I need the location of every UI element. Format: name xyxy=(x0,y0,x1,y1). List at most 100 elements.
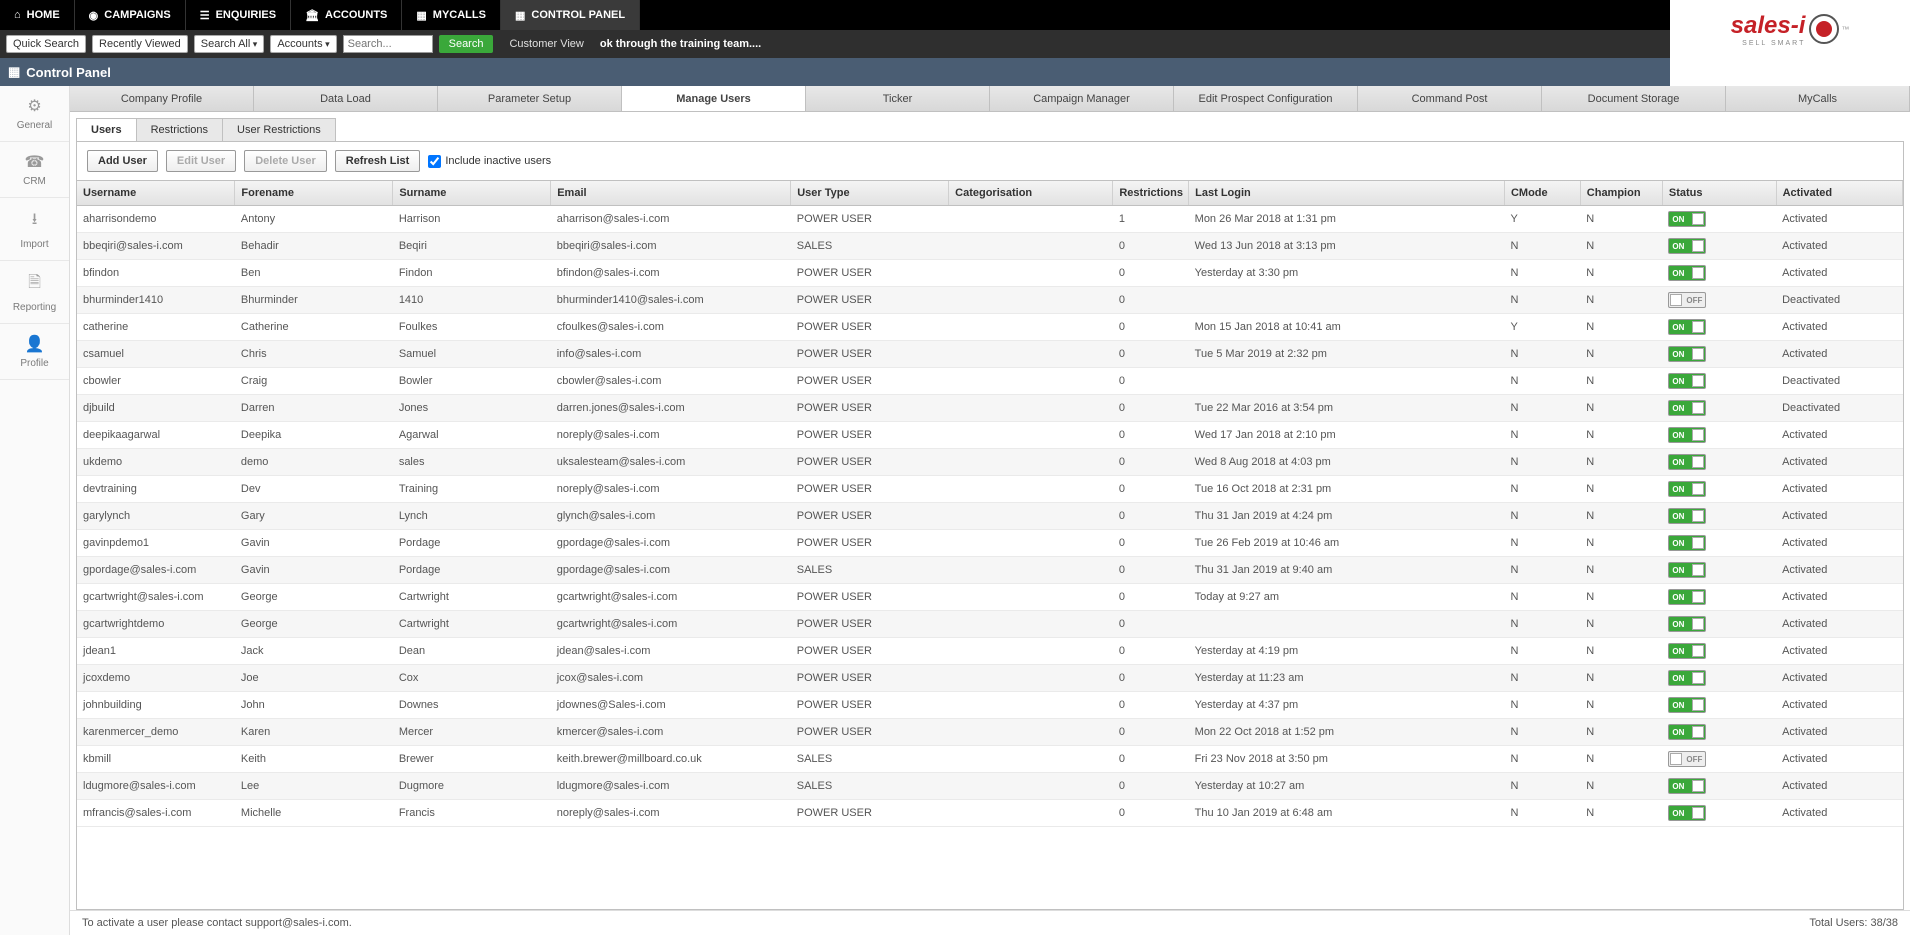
col-last-login[interactable]: Last Login xyxy=(1189,181,1505,206)
include-inactive-checkbox[interactable]: Include inactive users xyxy=(428,155,551,168)
col-cmode[interactable]: CMode xyxy=(1504,181,1580,206)
tab-parameter-setup[interactable]: Parameter Setup xyxy=(438,86,622,111)
nav-mycalls[interactable]: ▦MYCALLS xyxy=(402,0,501,30)
search-scope-dropdown[interactable]: Search All xyxy=(194,35,265,53)
status-toggle[interactable]: ON xyxy=(1668,400,1706,416)
users-table-container[interactable]: UsernameForenameSurnameEmailUser TypeCat… xyxy=(76,181,1904,910)
tab-company-profile[interactable]: Company Profile xyxy=(70,86,254,111)
sidenav-general[interactable]: ⚙General xyxy=(0,86,69,142)
table-row[interactable]: gavinpdemo1GavinPordagegpordage@sales-i.… xyxy=(77,530,1903,557)
nav-accounts[interactable]: 🏛ACCOUNTS xyxy=(291,0,402,30)
col-forename[interactable]: Forename xyxy=(235,181,393,206)
col-surname[interactable]: Surname xyxy=(393,181,551,206)
tab-ticker[interactable]: Ticker xyxy=(806,86,990,111)
ticker-text: ok through the training team.... xyxy=(600,38,761,50)
table-row[interactable]: kbmillKeithBrewerkeith.brewer@millboard.… xyxy=(77,746,1903,773)
status-toggle[interactable]: ON xyxy=(1668,724,1706,740)
nav-label: CAMPAIGNS xyxy=(104,9,170,21)
tab-document-storage[interactable]: Document Storage xyxy=(1542,86,1726,111)
nav-home[interactable]: ⌂HOME xyxy=(0,0,75,30)
sidenav-crm[interactable]: ☎CRM xyxy=(0,142,69,198)
table-row[interactable]: jcoxdemoJoeCoxjcox@sales-i.comPOWER USER… xyxy=(77,665,1903,692)
table-row[interactable]: catherineCatherineFoulkescfoulkes@sales-… xyxy=(77,314,1903,341)
col-username[interactable]: Username xyxy=(77,181,235,206)
status-toggle[interactable]: ON xyxy=(1668,670,1706,686)
table-row[interactable]: gcartwright@sales-i.comGeorgeCartwrightg… xyxy=(77,584,1903,611)
table-row[interactable]: devtrainingDevTrainingnoreply@sales-i.co… xyxy=(77,476,1903,503)
table-row[interactable]: jdean1JackDeanjdean@sales-i.comPOWER USE… xyxy=(77,638,1903,665)
status-toggle[interactable]: ON xyxy=(1668,373,1706,389)
table-row[interactable]: ldugmore@sales-i.comLeeDugmoreldugmore@s… xyxy=(77,773,1903,800)
quick-search-button[interactable]: Quick Search xyxy=(6,35,86,53)
status-toggle[interactable]: ON xyxy=(1668,589,1706,605)
add-user-button[interactable]: Add User xyxy=(87,150,158,172)
table-row[interactable]: ukdemodemosalesuksalesteam@sales-i.comPO… xyxy=(77,449,1903,476)
status-toggle[interactable]: ON xyxy=(1668,454,1706,470)
nav-campaigns[interactable]: ◉CAMPAIGNS xyxy=(75,0,186,30)
status-toggle[interactable]: ON xyxy=(1668,697,1706,713)
sidenav-import[interactable]: ⭳Import xyxy=(0,198,69,261)
nav-label: ACCOUNTS xyxy=(325,9,387,21)
tab-mycalls[interactable]: MyCalls xyxy=(1726,86,1910,111)
table-row[interactable]: djbuildDarrenJonesdarren.jones@sales-i.c… xyxy=(77,395,1903,422)
delete-user-button[interactable]: Delete User xyxy=(244,150,327,172)
include-inactive-label: Include inactive users xyxy=(445,155,551,167)
sidenav-reporting[interactable]: 🗎Reporting xyxy=(0,261,69,324)
col-status[interactable]: Status xyxy=(1662,181,1776,206)
status-toggle[interactable]: ON xyxy=(1668,427,1706,443)
table-row[interactable]: gcartwrightdemoGeorgeCartwrightgcartwrig… xyxy=(77,611,1903,638)
status-toggle[interactable]: ON xyxy=(1668,238,1706,254)
status-toggle[interactable]: ON xyxy=(1668,778,1706,794)
subtab-users[interactable]: Users xyxy=(76,118,137,141)
status-toggle[interactable]: ON xyxy=(1668,481,1706,497)
refresh-list-button[interactable]: Refresh List xyxy=(335,150,421,172)
col-restrictions[interactable]: Restrictions xyxy=(1113,181,1189,206)
search-entity-dropdown[interactable]: Accounts xyxy=(270,35,336,53)
col-user-type[interactable]: User Type xyxy=(791,181,949,206)
status-toggle[interactable]: ON xyxy=(1668,805,1706,821)
status-toggle[interactable]: OFF xyxy=(1668,292,1706,308)
table-row[interactable]: johnbuildingJohnDownesjdownes@Sales-i.co… xyxy=(77,692,1903,719)
table-row[interactable]: karenmercer_demoKarenMercerkmercer@sales… xyxy=(77,719,1903,746)
table-row[interactable]: deepikaagarwalDeepikaAgarwalnoreply@sale… xyxy=(77,422,1903,449)
status-toggle[interactable]: ON xyxy=(1668,346,1706,362)
status-toggle[interactable]: ON xyxy=(1668,535,1706,551)
status-toggle[interactable]: ON xyxy=(1668,211,1706,227)
include-inactive-input[interactable] xyxy=(428,155,441,168)
nav-enquiries[interactable]: ☰ENQUIRIES xyxy=(186,0,291,30)
search-button[interactable]: Search xyxy=(439,35,494,53)
table-row[interactable]: garylynchGaryLynchglynch@sales-i.comPOWE… xyxy=(77,503,1903,530)
tab-manage-users[interactable]: Manage Users xyxy=(622,86,806,111)
table-row[interactable]: cbowlerCraigBowlercbowler@sales-i.comPOW… xyxy=(77,368,1903,395)
tab-edit-prospect-configuration[interactable]: Edit Prospect Configuration xyxy=(1174,86,1358,111)
status-toggle[interactable]: ON xyxy=(1668,616,1706,632)
status-toggle[interactable]: ON xyxy=(1668,562,1706,578)
table-row[interactable]: bhurminder1410Bhurminder1410bhurminder14… xyxy=(77,287,1903,314)
table-row[interactable]: aharrisondemoAntonyHarrisonaharrison@sal… xyxy=(77,206,1903,233)
col-categorisation[interactable]: Categorisation xyxy=(949,181,1113,206)
table-row[interactable]: mfrancis@sales-i.comMichelleFrancisnorep… xyxy=(77,800,1903,827)
status-toggle[interactable]: ON xyxy=(1668,319,1706,335)
col-activated[interactable]: Activated xyxy=(1776,181,1902,206)
subtab-restrictions[interactable]: Restrictions xyxy=(136,118,223,141)
status-toggle[interactable]: OFF xyxy=(1668,751,1706,767)
tab-data-load[interactable]: Data Load xyxy=(254,86,438,111)
table-row[interactable]: gpordage@sales-i.comGavinPordagegpordage… xyxy=(77,557,1903,584)
search-input[interactable] xyxy=(343,35,433,53)
status-toggle[interactable]: ON xyxy=(1668,265,1706,281)
tab-command-post[interactable]: Command Post xyxy=(1358,86,1542,111)
col-email[interactable]: Email xyxy=(551,181,791,206)
tab-campaign-manager[interactable]: Campaign Manager xyxy=(990,86,1174,111)
nav-control-panel[interactable]: ▦CONTROL PANEL xyxy=(501,0,640,30)
sidenav-profile[interactable]: 👤Profile xyxy=(0,324,69,380)
table-row[interactable]: bbeqiri@sales-i.comBehadirBeqiribbeqiri@… xyxy=(77,233,1903,260)
status-toggle[interactable]: ON xyxy=(1668,643,1706,659)
table-row[interactable]: csamuelChrisSamuelinfo@sales-i.comPOWER … xyxy=(77,341,1903,368)
table-row[interactable]: bfindonBenFindonbfindon@sales-i.comPOWER… xyxy=(77,260,1903,287)
subtab-user-restrictions[interactable]: User Restrictions xyxy=(222,118,336,141)
recently-viewed-button[interactable]: Recently Viewed xyxy=(92,35,188,53)
customer-view-link[interactable]: Customer View xyxy=(509,38,583,50)
col-champion[interactable]: Champion xyxy=(1580,181,1662,206)
status-toggle[interactable]: ON xyxy=(1668,508,1706,524)
edit-user-button[interactable]: Edit User xyxy=(166,150,236,172)
